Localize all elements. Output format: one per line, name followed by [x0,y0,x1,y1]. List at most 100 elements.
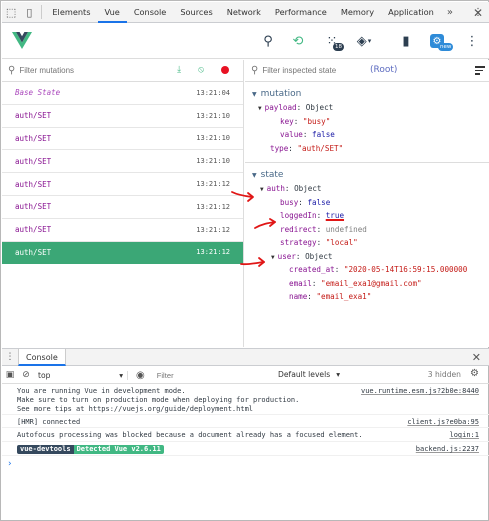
commit-all-icon[interactable]: ⤓ [177,65,181,75]
mutation-name: auth/SET [15,247,52,257]
key-row: key: "busy" [280,116,331,126]
console-source-link[interactable]: backend.js:2237 [416,445,479,453]
strategy-row: strategy: "local" [280,238,358,247]
search-icon: ⚲ [251,65,259,76]
settings-icon[interactable]: ⚙ new [427,31,454,51]
mutation-name: auth/SET [15,179,52,189]
mutation-name: auth/SET [15,225,52,235]
busy-row: busy: false [280,197,331,207]
mutation-time: 13:21:04 [196,88,230,97]
drawer-tabbar: ⋮ Console ✕ [2,348,489,366]
mutation-row[interactable]: auth/SET 13:21:12 [2,196,243,219]
payload-row[interactable]: ▼ payload: Object [245,101,489,115]
mutation-name: auth/SET [15,156,52,166]
mutation-name: Base State [15,88,61,98]
dropdown-arrow-icon: ▾ [119,370,123,380]
record-icon[interactable] [221,66,229,74]
devtools-tabbar: ⬚ ▯ Elements Vue Console Sources Network… [2,2,489,23]
mutations-panel: ⚲ ⤓ ⦸ Base State 13:21:04 auth/SET 13:21:1… [2,60,244,347]
vuex-history-icon[interactable]: ⟲ [288,31,308,51]
console-settings-gear-icon[interactable]: ⚙ [470,368,479,379]
mutation-section-title[interactable]: ▼ mutation [245,87,489,101]
console-filter-input[interactable] [156,370,245,380]
mutation-row[interactable]: auth/SET 13:21:12 [2,219,243,242]
mutation-row[interactable]: auth/SET 13:21:12 [2,173,243,196]
collapse-icon: ▼ [252,91,257,98]
device-toolbar-icon[interactable]: ▯ [20,2,38,23]
tab-elements[interactable]: Elements [45,2,97,23]
tab-network[interactable]: Network [220,2,268,23]
mutation-row-selected[interactable]: auth/SET 13:21:12 [2,241,243,265]
context-selector[interactable]: top ▾ [38,370,128,380]
console-source-link[interactable]: login:1 [449,431,479,439]
mutation-time: 13:21:10 [196,157,230,166]
mutation-row-base-state[interactable]: Base State 13:21:04 [2,82,243,105]
mutation-row[interactable]: auth/SET 13:21:10 [2,150,243,174]
sidebar-toggle-icon[interactable]: ▣ [2,370,18,380]
mutation-actions: ⤓ ⦸ [177,65,229,75]
tab-application[interactable]: Application [381,2,441,23]
log-levels-dropdown[interactable]: Default levels ▾ [278,370,340,379]
tab-console[interactable]: Console [127,2,174,23]
value-row: value: false [280,130,335,139]
tab-memory[interactable]: Memory [334,2,381,23]
console-prompt[interactable]: › [8,459,12,469]
close-drawer-icon[interactable]: ✕ [472,351,481,364]
search-icon: ⚲ [8,65,16,76]
tab-separator [41,5,43,19]
clear-console-icon[interactable]: ⊘ [18,370,34,380]
console-source-link[interactable]: vue.runtime.esm.js?2b0e:8440 [361,387,479,395]
tab-sources[interactable]: Sources [173,2,219,23]
more-tabs-button[interactable]: » [441,7,459,18]
console-message-text: You are running Vue in development mode.… [17,387,300,413]
state-inspector: ⚲ (Root) ▼mutation ▼payload: Object key:… [245,60,489,347]
console-message-text: [HMR] connected [17,418,81,426]
state-section-title[interactable]: ▼ state [245,168,489,182]
routing-icon[interactable]: ◈ ▾ [354,31,374,51]
live-expression-eye-icon[interactable]: ◉ [136,370,145,381]
mutation-name: auth/SET [15,202,52,212]
filter-options-icon[interactable] [475,66,485,77]
mutation-name: auth/SET [15,133,52,143]
mutation-row[interactable]: auth/SET 13:21:10 [2,105,243,128]
tab-vue[interactable]: Vue [97,2,127,23]
revert-all-icon[interactable]: ⦸ [198,65,204,75]
drawer-menu-icon[interactable]: ⋮ [2,352,18,362]
performance-chart-icon[interactable]: ▮ [396,31,416,51]
collapse-icon: ▼ [252,172,257,179]
console-message: You are running Vue in development mode.… [2,385,489,415]
email-row: email: "email_exa1@gmail.com" [289,278,422,288]
console-source-link[interactable]: client.js?e0ba:95 [407,418,479,426]
vue-devtools-badge: vue-devtools [17,445,74,454]
console-message: vue-devtools Detected Vue v2.6.11 backend… [2,443,489,456]
inspect-element-icon[interactable]: ⬚ [2,2,20,23]
log-levels-value: Default levels [278,370,331,379]
auth-row[interactable]: ▼ auth: Object [245,182,489,196]
user-row[interactable]: ▼ user: Object [245,250,489,264]
filter-state-input[interactable] [262,66,373,75]
console-message-text: Autofocus processing was blocked because… [17,431,363,439]
events-icon[interactable]: ⁙ 18 [322,31,344,51]
inspector-filter-bar: ⚲ (Root) [245,60,489,82]
mutation-row[interactable]: auth/SET 13:21:10 [2,128,243,151]
tab-performance[interactable]: Performance [268,2,334,23]
console-toolbar: ▣ ⊘ top ▾ ◉ Default levels ▾ 3 hidden ⚙ [2,367,489,384]
filter-mutations-input[interactable] [19,66,160,75]
vue-logo-icon [12,32,32,49]
drawer-tab-console[interactable]: Console [18,348,66,366]
context-value: top [38,370,51,380]
redirect-row: redirect: undefined [280,224,367,234]
vue-menu-icon[interactable]: ⋮ [462,31,482,51]
state-section: ▼ state ▼ auth: Object busy: false loggedI… [245,163,489,311]
devtools-window: ⬚ ▯ Elements Vue Console Sources Network… [0,0,489,521]
hidden-messages-count: 3 hidden [427,370,461,379]
mutation-time: 13:21:12 [196,248,230,257]
expand-icon: ▼ [271,253,275,261]
loggedin-value: true [325,211,345,220]
created-at-row: created_at: "2020-05-14T16:59:15.000000 [289,265,468,274]
mutation-time: 13:21:12 [196,225,230,234]
close-devtools-button[interactable]: ✕ [473,6,483,20]
components-tree-icon[interactable]: ⚲ [258,31,278,51]
mutation-time: 13:21:12 [196,202,230,211]
expand-icon: ▼ [260,186,264,193]
